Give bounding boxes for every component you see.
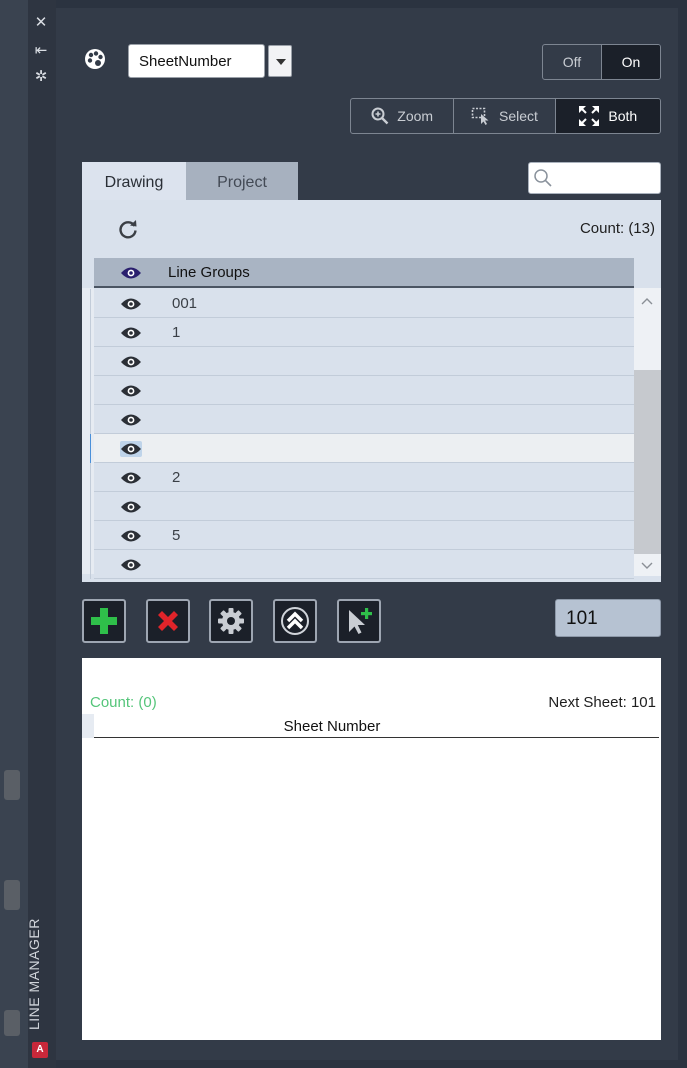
chevron-double-up-icon xyxy=(281,607,309,635)
select-button[interactable]: Select xyxy=(454,99,556,133)
line-group-value: 2 xyxy=(172,469,181,486)
line-groups-column-label: Line Groups xyxy=(168,264,250,281)
line-group-value: 5 xyxy=(172,527,181,544)
palette-titlebar xyxy=(28,0,56,1068)
table-row[interactable] xyxy=(94,434,634,463)
search-input[interactable] xyxy=(528,162,661,194)
scrollbar-thumb[interactable] xyxy=(634,370,661,554)
sheet-row-gutter xyxy=(82,714,94,738)
eye-icon[interactable] xyxy=(120,441,142,457)
eye-icon[interactable] xyxy=(120,470,142,486)
off-on-toggle: Off On xyxy=(542,44,661,80)
zoom-button[interactable]: Zoom xyxy=(351,99,455,133)
zoom-label: Zoom xyxy=(397,108,434,124)
row-marker xyxy=(90,289,94,318)
table-row[interactable]: 2 xyxy=(94,463,634,492)
zoom-icon xyxy=(371,107,389,125)
next-sheet-label: Next Sheet: 101 xyxy=(548,694,656,711)
sheet-count-label: Count: (0) xyxy=(90,694,157,711)
settings-icon[interactable]: ✲ xyxy=(31,66,51,86)
strip-grip xyxy=(4,880,20,910)
table-row[interactable]: 1 xyxy=(94,318,634,347)
move-up-button[interactable] xyxy=(273,599,317,643)
scroll-down-icon[interactable] xyxy=(641,561,653,571)
row-marker xyxy=(90,376,94,405)
row-marker xyxy=(90,550,94,579)
row-marker xyxy=(90,434,94,463)
table-row[interactable] xyxy=(94,405,634,434)
sheet-number-header[interactable]: Sheet Number xyxy=(94,714,659,738)
row-marker xyxy=(90,318,94,347)
eye-icon[interactable] xyxy=(120,383,142,399)
settings-button[interactable] xyxy=(209,599,253,643)
refresh-icon[interactable] xyxy=(117,218,139,240)
eye-icon[interactable] xyxy=(120,557,142,573)
select-icon xyxy=(471,107,489,125)
groups-count-label: Count: (13) xyxy=(579,220,655,237)
next-number-input[interactable]: 101 xyxy=(555,599,661,637)
table-row[interactable] xyxy=(94,376,634,405)
style-select[interactable]: SheetNumber xyxy=(128,44,265,78)
scroll-up-icon[interactable] xyxy=(641,296,653,306)
palette-title: LINE MANAGER xyxy=(26,918,42,1030)
tab-project[interactable]: Project xyxy=(186,162,298,200)
visibility-all-icon[interactable] xyxy=(120,265,142,281)
line-group-value: 1 xyxy=(172,324,181,341)
pin-icon[interactable]: ⇤ xyxy=(31,40,51,60)
sheet-number-column-label: Sheet Number xyxy=(283,718,381,735)
row-marker xyxy=(90,463,94,492)
eye-icon[interactable] xyxy=(120,499,142,515)
table-row[interactable] xyxy=(94,347,634,376)
row-marker xyxy=(90,521,94,550)
pick-add-icon xyxy=(349,608,372,634)
strip-grip xyxy=(4,770,20,800)
row-marker xyxy=(90,492,94,521)
pick-add-button[interactable] xyxy=(337,599,381,643)
on-button[interactable]: On xyxy=(602,45,660,79)
search-icon xyxy=(534,169,552,187)
delete-button[interactable] xyxy=(146,599,190,643)
close-icon[interactable]: ✕ xyxy=(31,12,51,32)
row-marker xyxy=(90,405,94,434)
line-group-value: 001 xyxy=(172,295,198,312)
table-row[interactable]: 001 xyxy=(94,289,634,318)
both-button[interactable]: Both xyxy=(555,99,660,133)
table-row[interactable] xyxy=(94,492,634,521)
palette-icon[interactable] xyxy=(84,48,106,70)
eye-icon[interactable] xyxy=(120,296,142,312)
chevron-down-icon[interactable] xyxy=(268,45,292,77)
add-button[interactable] xyxy=(82,599,126,643)
off-button[interactable]: Off xyxy=(543,45,602,79)
strip-grip xyxy=(4,1010,20,1036)
line-groups-header: Line Groups xyxy=(94,258,634,288)
eye-icon[interactable] xyxy=(120,412,142,428)
select-label: Select xyxy=(499,108,538,124)
fit-icon xyxy=(579,106,600,126)
gear-icon xyxy=(218,608,244,634)
zoom-mode-group: Zoom Select Both xyxy=(350,98,661,134)
delete-icon xyxy=(158,611,178,631)
app-logo-icon: A xyxy=(32,1042,48,1058)
eye-icon[interactable] xyxy=(120,354,142,370)
tab-drawing[interactable]: Drawing xyxy=(82,162,186,200)
add-icon xyxy=(91,608,117,634)
table-row[interactable] xyxy=(94,550,634,579)
row-marker xyxy=(90,347,94,376)
eye-icon[interactable] xyxy=(120,528,142,544)
both-label: Both xyxy=(608,108,638,124)
eye-icon[interactable] xyxy=(120,325,142,341)
table-row[interactable]: 5 xyxy=(94,521,634,550)
